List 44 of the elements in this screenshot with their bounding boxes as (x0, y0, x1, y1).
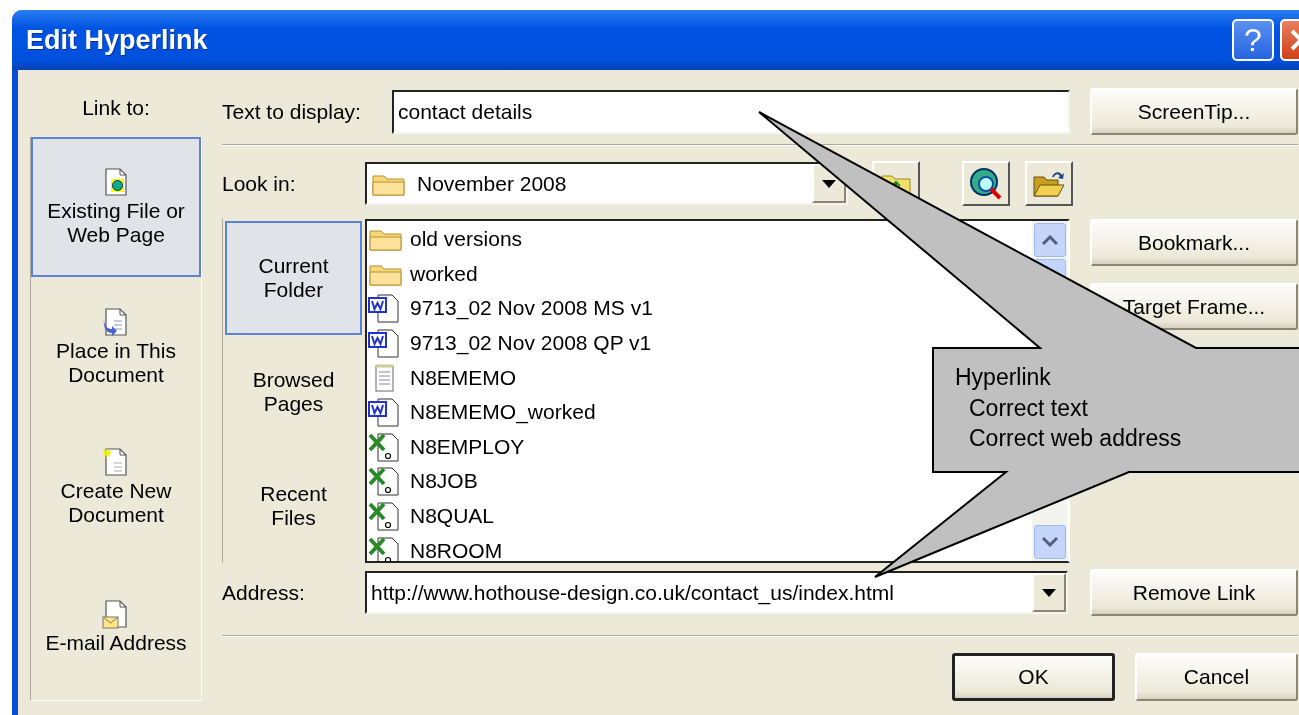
link-type-item[interactable]: Create New Document (31, 417, 201, 557)
web-search-icon[interactable] (962, 161, 1010, 206)
look-in-label: Look in: (222, 171, 297, 196)
help-button[interactable]: ? (1232, 19, 1274, 61)
file-name[interactable]: N8EMPLOY (410, 434, 525, 459)
screentip-button[interactable]: ScreenTip... (1090, 88, 1298, 135)
caret-icon (822, 179, 836, 188)
link-to-label: Link to: (81, 95, 151, 121)
caret-icon (1042, 588, 1056, 597)
text-to-display-field[interactable]: contact details (392, 89, 1070, 134)
file-name[interactable]: 9713_02 Nov 2008 MS v1 (410, 296, 653, 321)
text-to-display-label: Text to display: (222, 99, 362, 124)
callout-item: Correct text (968, 393, 1089, 423)
file-name[interactable]: N8ROOM (410, 538, 503, 561)
file-globe-icon (102, 167, 130, 199)
document-arrow-icon (102, 307, 130, 339)
browse-mode-item[interactable]: Recent Files (225, 449, 362, 563)
link-type-item[interactable]: E-mail Address (31, 557, 201, 697)
dialog-button[interactable]: OK (952, 653, 1115, 701)
file-name[interactable]: N8EMEMO_worked (410, 400, 596, 425)
scroll-down-icon[interactable] (1042, 537, 1058, 547)
file-name[interactable]: 9713_02 Nov 2008 QP v1 (410, 331, 652, 356)
file-name[interactable]: N8QUAL (410, 504, 495, 529)
link-type-item[interactable]: Existing File or Web Page (31, 137, 201, 277)
file-name[interactable]: old versions (410, 227, 523, 252)
browse-mode-item[interactable]: Current Folder (225, 221, 362, 335)
callout-title: Hyperlink (955, 363, 1052, 392)
address-field[interactable]: http://www.hothouse-design.co.uk/contact_us/index.html (365, 571, 1068, 614)
callout-item: Correct web address (968, 424, 1182, 453)
file-name[interactable]: N8JOB (410, 469, 478, 494)
remove-link-button[interactable]: Remove Link (1090, 569, 1298, 616)
file-name[interactable]: N8EMEMO (410, 365, 517, 390)
window-title: Edit Hyperlink (26, 24, 209, 56)
address-label: Address: (222, 580, 306, 605)
look-in-dropdown[interactable]: November 2008 (365, 162, 848, 205)
dialog-button[interactable]: Cancel (1135, 653, 1298, 701)
scroll-up-icon[interactable] (1042, 235, 1058, 245)
file-name[interactable]: worked (410, 261, 478, 286)
side-button[interactable]: Bookmark... (1090, 219, 1298, 266)
document-envelope-icon (102, 599, 130, 631)
browse-mode-item[interactable]: Browsed Pages (225, 335, 362, 449)
link-type-item[interactable]: Place in This Document (31, 277, 201, 417)
open-folder-icon[interactable] (1025, 161, 1073, 206)
new-document-icon (102, 447, 130, 479)
